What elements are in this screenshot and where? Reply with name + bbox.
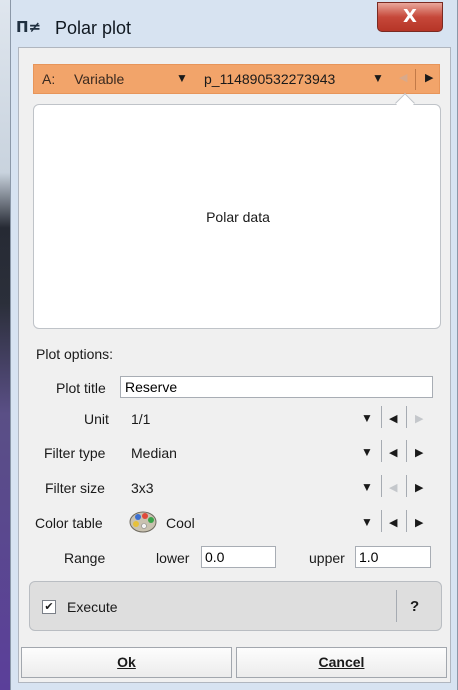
filter-size-dropdown-arrow-icon[interactable]: ▼	[361, 480, 373, 494]
filter-type-divider-2	[406, 440, 407, 462]
plot-title-label: Plot title	[56, 380, 106, 396]
plot-title-input[interactable]	[120, 376, 433, 398]
range-label: Range	[64, 550, 106, 566]
range-lower-label: lower	[156, 550, 190, 566]
color-table-divider	[381, 510, 382, 532]
color-table-dropdown-arrow-icon[interactable]: ▼	[361, 515, 373, 529]
filter-size-select[interactable]: 3x3	[131, 480, 154, 496]
cancel-button[interactable]: Cancel	[236, 647, 447, 678]
filter-size-next-icon[interactable]: ▶	[415, 481, 423, 494]
filter-size-label: Filter size	[45, 480, 105, 496]
filter-type-dropdown-arrow-icon[interactable]: ▼	[361, 445, 373, 459]
filter-type-divider	[381, 440, 382, 462]
color-table-divider-2	[406, 510, 407, 532]
color-table-label: Color table	[35, 515, 103, 531]
unit-next-icon[interactable]: ▶	[415, 412, 423, 425]
polar-data-label: Polar data	[206, 209, 270, 225]
dataset-selector[interactable]: p_114890532273943	[204, 71, 335, 87]
filter-size-previous-icon[interactable]: ◀	[389, 481, 397, 494]
next-dataset-icon[interactable]: ▶	[425, 71, 433, 84]
close-icon: X	[403, 6, 417, 27]
palette-icon	[129, 511, 157, 533]
range-upper-label: upper	[309, 550, 345, 566]
polar-data-panel[interactable]: Polar data	[33, 104, 441, 329]
data-selector-bar: A: Variable ▼ p_114890532273943 ▼ ◀ ▶	[33, 64, 440, 94]
unit-divider-2	[406, 406, 407, 428]
execute-label: Execute	[67, 599, 118, 615]
filter-type-label: Filter type	[44, 445, 106, 461]
previous-dataset-icon[interactable]: ◀	[399, 71, 407, 84]
filter-type-next-icon[interactable]: ▶	[415, 446, 423, 459]
slot-label: A:	[42, 71, 56, 87]
unit-divider	[381, 406, 382, 428]
app-icon: Π≠	[16, 18, 42, 36]
filter-type-select[interactable]: Median	[131, 445, 177, 461]
color-table-previous-icon[interactable]: ◀	[389, 516, 397, 529]
unit-label: Unit	[84, 411, 109, 427]
window-title: Polar plot	[55, 18, 132, 38]
plot-options-header: Plot options:	[36, 346, 114, 362]
execute-checkbox[interactable]: ✔	[42, 600, 56, 614]
unit-select[interactable]: 1/1	[131, 411, 150, 427]
range-lower-input[interactable]	[201, 546, 276, 568]
ok-button[interactable]: Ok	[21, 647, 232, 678]
color-table-select[interactable]: Cool	[166, 515, 195, 531]
filter-type-previous-icon[interactable]: ◀	[389, 446, 397, 459]
dataset-dropdown-arrow-icon[interactable]: ▼	[372, 71, 384, 85]
close-button[interactable]: X	[377, 2, 443, 32]
execute-panel: ✔ Execute ?	[29, 581, 442, 631]
unit-previous-icon[interactable]: ◀	[389, 412, 397, 425]
help-button[interactable]: ?	[410, 598, 419, 615]
color-table-next-icon[interactable]: ▶	[415, 516, 423, 529]
variable-selector[interactable]: Variable	[74, 71, 124, 87]
range-upper-input[interactable]	[355, 546, 431, 568]
filter-size-divider	[381, 475, 382, 497]
selector-divider	[415, 69, 416, 90]
unit-dropdown-arrow-icon[interactable]: ▼	[361, 411, 373, 425]
execute-divider	[396, 590, 397, 622]
variable-dropdown-arrow-icon[interactable]: ▼	[176, 71, 188, 85]
filter-size-divider-2	[406, 475, 407, 497]
